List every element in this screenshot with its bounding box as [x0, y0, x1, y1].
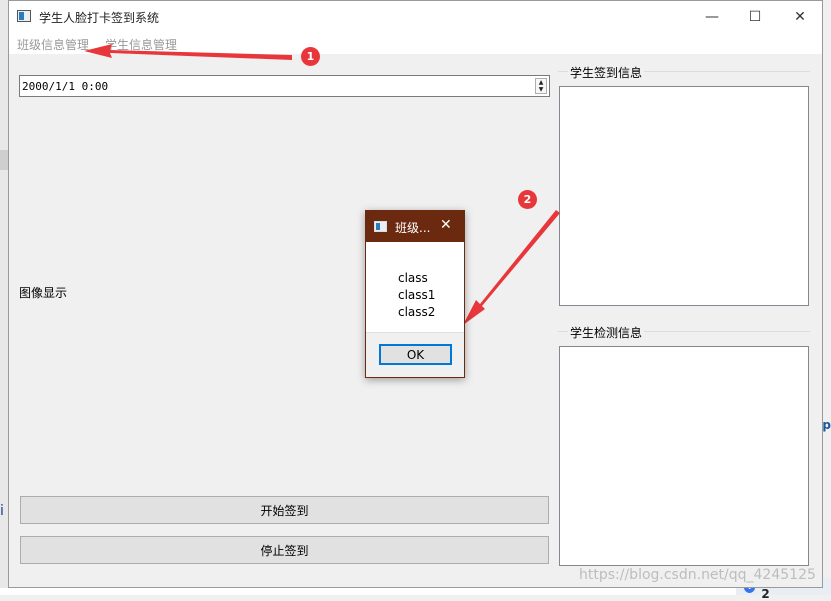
close-button[interactable]: ✕ [777, 1, 823, 32]
sign-in-group-title: 学生签到信息 [568, 64, 645, 81]
background-text-fragment: i [0, 503, 4, 519]
annotation-badge-2: 2 [518, 190, 537, 209]
image-display-label: 图像显示 [19, 286, 68, 300]
ok-button[interactable]: OK [379, 344, 452, 365]
watermark: https://blog.csdn.net/qq_4245125 [579, 567, 816, 583]
menu-bar: 班级信息管理 学生信息管理 [9, 32, 822, 54]
spin-up-icon[interactable]: ▲ [536, 79, 546, 86]
dialog-title: 班级... [395, 221, 431, 235]
maximize-button[interactable]: ☐ [732, 1, 778, 32]
minimize-button[interactable]: — [689, 1, 735, 32]
dialog-line: class [398, 271, 428, 285]
background-bar [0, 150, 8, 170]
detection-text-area[interactable] [559, 346, 809, 566]
stop-sign-in-button[interactable]: 停止签到 [20, 536, 549, 564]
datetime-value: 2000/1/1 0:00 [22, 80, 109, 93]
window-title: 学生人脸打卡签到系统 [39, 11, 160, 25]
datetime-edit[interactable]: 2000/1/1 0:00 ▲ ▼ [19, 75, 550, 97]
start-sign-in-button[interactable]: 开始签到 [20, 496, 549, 524]
background-bottom [0, 588, 831, 595]
sign-in-text-area[interactable] [559, 86, 809, 306]
app-icon [17, 10, 31, 22]
detection-group: 学生检测信息 [558, 324, 810, 567]
annotation-badge-1: 1 [301, 47, 320, 66]
sign-in-group: 学生签到信息 [558, 64, 810, 307]
dialog-line: class1 [398, 288, 436, 302]
menu-class-info[interactable]: 班级信息管理 [17, 36, 89, 53]
dialog-footer: OK [366, 332, 464, 377]
datetime-spinner: ▲ ▼ [535, 78, 547, 94]
spin-down-icon[interactable]: ▼ [536, 86, 546, 93]
dialog-line: class2 [398, 305, 436, 319]
detection-group-title: 学生检测信息 [568, 324, 645, 341]
dialog-close-icon[interactable]: ✕ [440, 217, 452, 233]
title-bar[interactable]: 学生人脸打卡签到系统 — ☐ ✕ [9, 1, 822, 32]
class-info-dialog: 班级... ✕ class class1 class2 OK [365, 210, 465, 378]
dialog-title-bar[interactable]: 班级... ✕ [366, 211, 464, 242]
dialog-app-icon [374, 221, 387, 232]
dialog-body: class class1 class2 [366, 242, 464, 332]
menu-student-info[interactable]: 学生信息管理 [105, 36, 177, 53]
